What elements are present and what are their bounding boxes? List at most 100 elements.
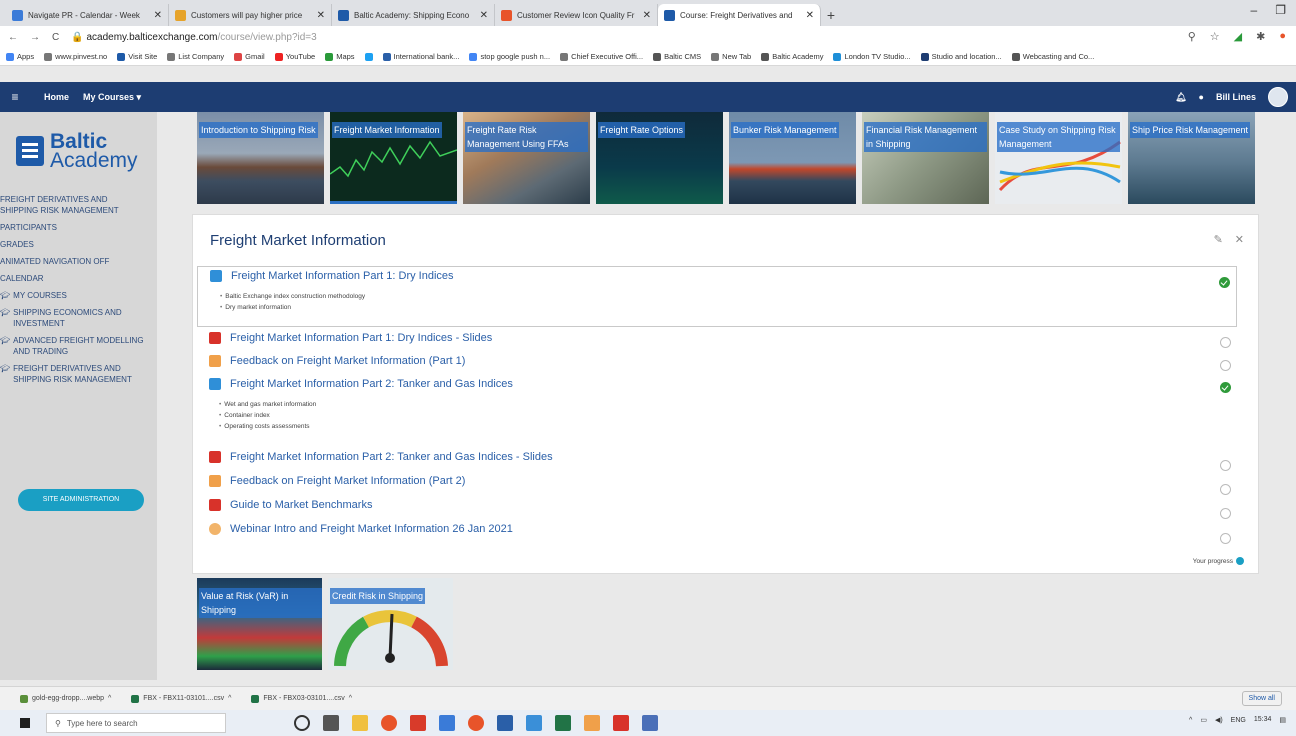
browser-tab-active[interactable]: Course: Freight Derivatives and ✕: [658, 4, 821, 26]
bookmark[interactable]: YouTube: [274, 52, 315, 61]
activity-link[interactable]: Webinar Intro and Freight Market Informa…: [230, 523, 513, 535]
language-indicator[interactable]: ENG: [1231, 717, 1246, 724]
completion-circle-icon[interactable]: [1220, 508, 1231, 519]
photos-icon[interactable]: [526, 715, 542, 731]
bookmark[interactable]: London TV Studio...: [833, 52, 911, 61]
browser-tab[interactable]: Customer Review Icon Quality Fr ✕: [495, 4, 658, 26]
module-tile[interactable]: Credit Risk in Shipping: [328, 578, 453, 670]
reload-icon[interactable]: C: [52, 32, 59, 43]
forward-arrow-icon[interactable]: →: [30, 32, 40, 43]
teams-icon[interactable]: [642, 715, 658, 731]
browser-tab[interactable]: Customers will pay higher price ✕: [169, 4, 332, 26]
activity-item[interactable]: Freight Market Information Part 1: Dry I…: [197, 329, 1237, 348]
sidebar-item-course-3[interactable]: 🎓︎ FREIGHT DERIVATIVES AND SHIPPING RISK …: [0, 363, 157, 385]
paint-icon[interactable]: [584, 715, 600, 731]
download-item[interactable]: FBX - FBX11-03101....csv ^: [131, 694, 231, 703]
bookmark-apps[interactable]: Apps: [6, 52, 34, 61]
module-tile[interactable]: Freight Rate Risk Management Using FFAs: [463, 112, 590, 204]
bookmark[interactable]: [364, 52, 373, 61]
activity-item[interactable]: Freight Market Information Part 2: Tanke…: [197, 448, 1237, 471]
chevron-up-icon[interactable]: ^: [228, 695, 231, 702]
bookmark[interactable]: New Tab: [711, 52, 751, 61]
chevron-up-icon[interactable]: ^: [108, 695, 111, 702]
sidebar-item-animated-navigation[interactable]: ANIMATED NAVIGATION OFF: [0, 256, 157, 267]
completion-circle-icon[interactable]: [1220, 484, 1231, 495]
task-view-icon[interactable]: [323, 715, 339, 731]
sidebar-item-grades[interactable]: GRADES: [0, 239, 157, 250]
network-icon[interactable]: ▭: [1200, 716, 1207, 724]
sidebar-item-course-2[interactable]: 🎓︎ ADVANCED FREIGHT MODELLING AND TRADING: [0, 335, 157, 357]
windows-start-icon[interactable]: [20, 718, 30, 728]
completion-circle-icon[interactable]: [1220, 460, 1231, 471]
bookmark[interactable]: Gmail: [234, 52, 265, 61]
tray-chevron-icon[interactable]: ^: [1189, 717, 1192, 724]
sidebar-item-my-courses[interactable]: 🎓︎ MY COURSES: [0, 290, 157, 301]
baltic-academy-logo[interactable]: Baltic Academy: [16, 131, 138, 171]
activity-link[interactable]: Feedback on Freight Market Information (…: [230, 475, 465, 487]
hamburger-menu-icon[interactable]: ≡: [0, 90, 30, 104]
download-item[interactable]: gold-egg-dropp....webp ^: [20, 694, 111, 703]
minimize-icon[interactable]: –: [1251, 3, 1258, 17]
activity-link[interactable]: Freight Market Information Part 2: Tanke…: [230, 378, 513, 390]
activity-link[interactable]: Freight Market Information Part 1: Dry I…: [230, 332, 492, 344]
completion-checkmark-icon[interactable]: [1219, 277, 1230, 288]
edit-pencil-icon[interactable]: ✎: [1214, 233, 1223, 246]
module-tile[interactable]: Freight Market Information: [330, 112, 457, 204]
bookmark[interactable]: www.pinvest.no: [44, 52, 107, 61]
back-arrow-icon[interactable]: ←: [8, 32, 18, 43]
module-tile[interactable]: Bunker Risk Management: [729, 112, 856, 204]
bookmark[interactable]: Baltic Academy: [761, 52, 823, 61]
cortana-icon[interactable]: [294, 715, 310, 731]
activity-link[interactable]: Feedback on Freight Market Information (…: [230, 355, 465, 367]
chevron-up-icon[interactable]: ^: [349, 695, 352, 702]
profile-icon[interactable]: ●: [1279, 30, 1286, 43]
completion-circle-icon[interactable]: [1220, 337, 1231, 348]
taskbar-search-input[interactable]: ⚲ Type here to search: [46, 713, 226, 733]
show-all-button[interactable]: Show all: [1241, 691, 1282, 706]
volume-icon[interactable]: ◀): [1215, 716, 1223, 724]
browser-tab[interactable]: Navigate PR - Calendar - Week ✕: [6, 4, 169, 26]
bookmark[interactable]: Chief Executive Offi...: [560, 52, 643, 61]
bookmark[interactable]: Webcasting and Co...: [1011, 52, 1094, 61]
site-administration-button[interactable]: SITE ADMINISTRATION: [18, 489, 144, 511]
url-field[interactable]: 🔒 academy.balticexchange.com/course/view…: [71, 32, 316, 43]
acrobat-icon[interactable]: [613, 715, 629, 731]
completion-checkmark-icon[interactable]: [1220, 382, 1231, 393]
word-icon[interactable]: [497, 715, 513, 731]
zoom-icon[interactable]: ⚲: [1188, 30, 1196, 43]
close-tab-icon[interactable]: ✕: [317, 10, 325, 21]
sidebar-item-course-1[interactable]: 🎓︎ SHIPPING ECONOMICS AND INVESTMENT: [0, 307, 157, 329]
module-tile[interactable]: Ship Price Risk Management: [1128, 112, 1255, 204]
help-info-icon[interactable]: [1236, 557, 1244, 565]
bookmark[interactable]: International bank...: [382, 52, 459, 61]
clock[interactable]: 15:34: [1254, 716, 1272, 724]
avatar[interactable]: [1268, 87, 1288, 107]
activity-item[interactable]: Webinar Intro and Freight Market Informa…: [197, 520, 1237, 544]
excel-icon[interactable]: [555, 715, 571, 731]
close-tab-icon[interactable]: ✕: [643, 10, 651, 21]
activity-item[interactable]: Freight Market Information Part 1: Dry I…: [197, 266, 1237, 327]
sidebar-item-course[interactable]: FREIGHT DERIVATIVES AND SHIPPING RISK MA…: [0, 194, 157, 216]
close-tab-icon[interactable]: ✕: [480, 10, 488, 21]
module-tile[interactable]: Case Study on Shipping Risk Management: [995, 112, 1122, 204]
bookmark[interactable]: List Company: [167, 52, 224, 61]
close-icon[interactable]: ✕: [1235, 233, 1244, 246]
outlook-icon[interactable]: [439, 715, 455, 731]
home-link[interactable]: Home: [44, 92, 69, 102]
messages-icon[interactable]: ●: [1199, 92, 1204, 102]
browser-tab[interactable]: Baltic Academy: Shipping Econo ✕: [332, 4, 495, 26]
module-tile[interactable]: Financial Risk Management in Shipping: [862, 112, 989, 204]
notification-bell-icon[interactable]: 🔔︎: [1175, 92, 1186, 103]
user-name[interactable]: Bill Lines: [1216, 92, 1256, 102]
notification-center-icon[interactable]: ▤: [1279, 716, 1286, 724]
bookmark[interactable]: Maps: [325, 52, 355, 61]
bookmark[interactable]: Studio and location...: [920, 52, 1002, 61]
new-tab-plus-icon[interactable]: +: [821, 4, 841, 26]
bookmark[interactable]: stop google push n...: [469, 52, 550, 61]
activity-link[interactable]: Guide to Market Benchmarks: [230, 499, 372, 511]
activity-link[interactable]: Freight Market Information Part 1: Dry I…: [231, 270, 454, 282]
activity-item[interactable]: Freight Market Information Part 2: Tanke…: [197, 375, 1237, 432]
close-tab-icon[interactable]: ✕: [154, 10, 162, 21]
module-tile[interactable]: Introduction to Shipping Risk: [197, 112, 324, 204]
restore-icon[interactable]: ❐: [1275, 3, 1286, 17]
